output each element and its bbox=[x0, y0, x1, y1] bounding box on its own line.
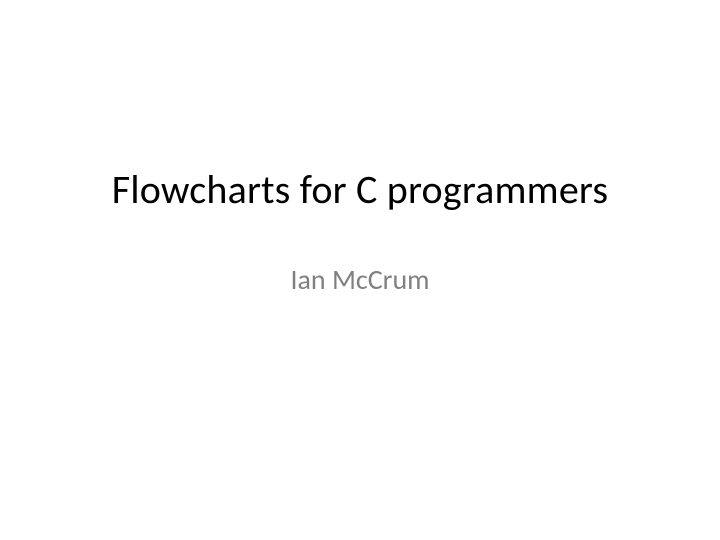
slide-subtitle: Ian McCrum bbox=[290, 262, 429, 297]
slide-title: Flowcharts for C programmers bbox=[112, 165, 608, 214]
